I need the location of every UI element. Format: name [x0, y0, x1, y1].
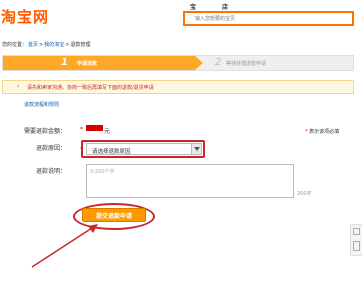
- breadcrumb-my-taobao[interactable]: 我的淘宝: [44, 42, 64, 48]
- breadcrumb-home[interactable]: 首页: [28, 42, 38, 48]
- required-star: *: [305, 129, 308, 135]
- refund-progress-steps: 1 申请退款 2 等待处理退款申请: [2, 55, 354, 71]
- step-1-active: [3, 56, 203, 70]
- required-note-text: 表示该项必填: [309, 129, 340, 135]
- breadcrumb-separator: >: [39, 42, 44, 48]
- breadcrumb-refund-management: 退款管理: [70, 42, 91, 48]
- step-1-label: 申请退款: [77, 61, 98, 67]
- refund-description-textarea[interactable]: 0-200个字: [86, 164, 294, 198]
- chat-icon: [353, 228, 360, 235]
- amount-unit: 元: [104, 128, 111, 135]
- description-label: 退款说明：: [36, 168, 67, 175]
- breadcrumb: 您的位置：首页>我的淘宝>退款管理: [2, 41, 91, 48]
- reason-label: 退款原因：: [36, 145, 67, 152]
- chevron-down-icon[interactable]: [191, 144, 201, 154]
- step-2-label: 等待处理退款申请: [226, 61, 267, 67]
- required-star: *: [80, 126, 83, 133]
- taobao-logo[interactable]: 淘宝网: [1, 6, 49, 27]
- feedback-icon: [353, 241, 360, 251]
- description-placeholder: 0-200个字: [90, 169, 115, 175]
- notice-text: 请先和卖家沟通，协商一致后再填写下面的退款/退货申请: [27, 85, 154, 91]
- amount-label: 需要退款金额：: [24, 128, 67, 135]
- search-input[interactable]: [185, 13, 352, 24]
- amount-value-redacted: [86, 125, 103, 131]
- refund-rules-link[interactable]: 退款流程和规则: [24, 101, 59, 108]
- search-box: [183, 11, 354, 26]
- arrow-right-icon: ›: [17, 83, 20, 90]
- breadcrumb-separator: >: [65, 42, 70, 48]
- breadcrumb-prefix: 您的位置：: [2, 42, 28, 48]
- step-1-number: 1: [61, 57, 68, 68]
- refund-reason-selected: 请选择退款原因: [92, 149, 131, 155]
- refund-reason-select[interactable]: 请选择退款原因: [86, 143, 202, 155]
- step-2-number: 2: [215, 57, 222, 68]
- notice-banner: › 请先和卖家沟通，协商一致后再填写下面的退款/退货申请: [2, 80, 354, 94]
- side-feedback-widget[interactable]: [350, 224, 362, 256]
- submit-refund-button[interactable]: 提交退款申请: [82, 208, 146, 222]
- required-note: * 表示该项必填: [305, 128, 339, 135]
- description-char-limit: 200字: [297, 191, 312, 197]
